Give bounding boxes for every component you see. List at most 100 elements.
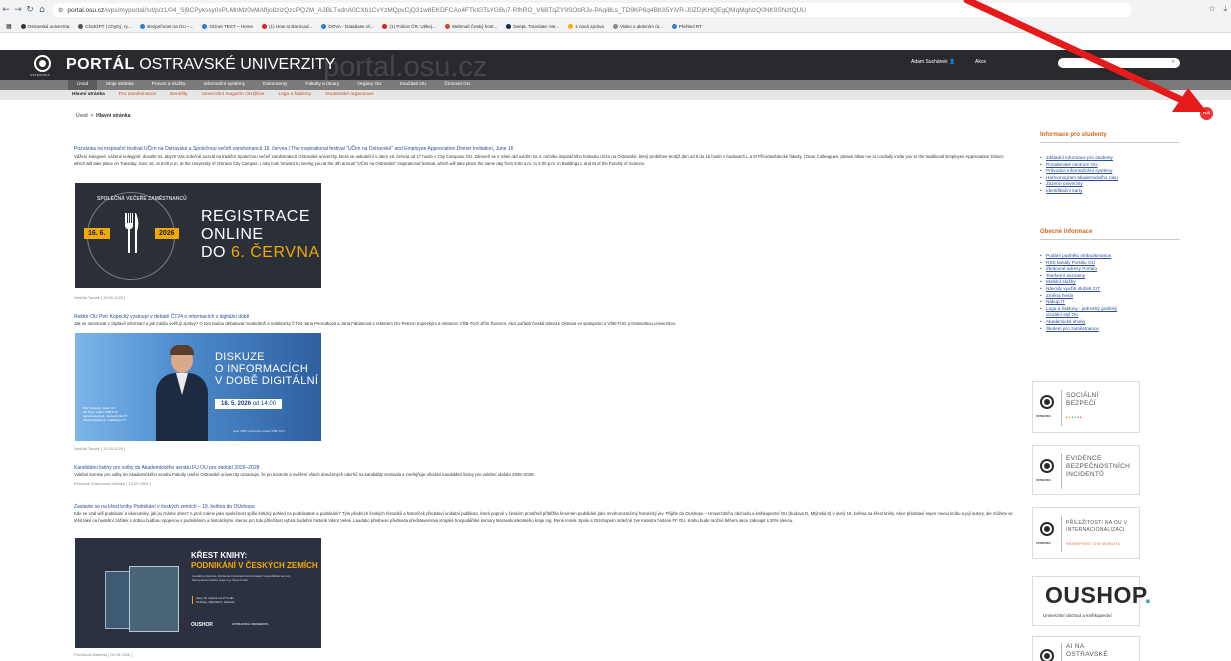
- home-icon[interactable]: ⌂: [36, 5, 48, 15]
- sidebar-link[interactable]: Mobilní služby: [1040, 279, 1118, 286]
- sub-menu-item[interactable]: Hlavní stránka: [72, 90, 105, 100]
- sidebar-link[interactable]: Telefonní seznamy: [1040, 273, 1118, 280]
- banner-text: PŘÍLEŽITOSTI NA OU V INTERNACIONALIZACI: [1066, 520, 1128, 533]
- news-title[interactable]: Pozvánka na inspirační festival UČim na …: [74, 146, 513, 152]
- download-icon[interactable]: ⤓: [1223, 4, 1227, 14]
- news-title[interactable]: Rektor OU Petr Kopecký vystoupí v debatě…: [74, 314, 249, 320]
- sub-menu-item[interactable]: Univerzitní magazín OU@live: [201, 90, 264, 100]
- bookmark-star-icon[interactable]: ☆: [1208, 4, 1215, 14]
- main-menu-item[interactable]: Orgány OU: [348, 80, 390, 90]
- sidebar-link[interactable]: Podání podnětu ombudsmance: [1040, 253, 1118, 260]
- bookmark-item[interactable]: DOVA - Database of...: [321, 23, 373, 29]
- user-icon: 👤: [949, 59, 956, 65]
- sidebar-link[interactable]: Akademické shoby: [1040, 319, 1118, 326]
- youtube-icon: [261, 23, 267, 29]
- actions-menu[interactable]: Akce: [975, 59, 986, 65]
- breadcrumb-home[interactable]: Úvod: [76, 113, 88, 119]
- back-icon[interactable]: ←: [0, 5, 12, 15]
- sub-menu-item[interactable]: Loga a šablony: [278, 90, 311, 100]
- search-icon[interactable]: ⌕: [1172, 58, 1175, 66]
- banner-dots: ••••••: [1066, 415, 1083, 421]
- osu-logo-icon[interactable]: [34, 55, 51, 72]
- news-title[interactable]: Kandidátní listiny pro volby do Akademic…: [74, 465, 259, 471]
- youtube-icon: [382, 23, 388, 29]
- sidebar-link[interactable]: Školení pro zaměstnance: [1040, 326, 1118, 333]
- image-uni-logo: OSTRAVSKÁ UNIVERZITA: [232, 622, 269, 626]
- bookmark-item[interactable]: 1 nová zpráva: [568, 23, 604, 29]
- chatgpt-icon: [78, 23, 84, 29]
- banner-text: AI NA OSTRAVSKÉ: [1066, 643, 1108, 658]
- portal-title[interactable]: PORTÁL OSTRAVSKÉ UNIVERZITY: [66, 56, 335, 74]
- image-headline: REGISTRACE ONLINE DO 6. ČERVNA: [201, 208, 320, 261]
- news-image-book[interactable]: KŘEST KNIHY: PODNIKÁNÍ V ČESKÝCH ZEMÍCH …: [75, 538, 321, 648]
- bookmark-item[interactable]: OUnet TEST – Home: [202, 23, 253, 29]
- bookmark-item[interactable]: ChatGPT | Chytrý, ry...: [78, 23, 131, 29]
- osu-logo-icon: [1040, 395, 1054, 409]
- breadcrumb: Úvod > Hlavní stránka: [76, 113, 131, 119]
- breadcrumb-current: Hlavní stránka: [96, 113, 131, 119]
- main-menu-item[interactable]: Fakulty a útvary: [296, 80, 348, 90]
- news-text: Vážení kolegové, vážené kolegyně, dovolt…: [74, 154, 1005, 166]
- main-menu-item[interactable]: Provoz a služby: [143, 80, 195, 90]
- bookmark-item[interactable]: DeepL Translate: Ne...: [506, 23, 559, 29]
- apps-icon[interactable]: ▦: [6, 23, 12, 30]
- db-icon: [321, 23, 327, 29]
- sidebar-link[interactable]: Změna hesla: [1040, 293, 1118, 300]
- sidebar-link[interactable]: Identifikační karty: [1040, 188, 1118, 195]
- news-image-dinner[interactable]: SPOLEČNÁ VEČEŘE ZAMĚSTNANCŮ 16. 6. 2026 …: [75, 183, 321, 288]
- deepl-icon: [506, 23, 512, 29]
- image-headline: DISKUZE O INFORMACÍCH V DOBĚ DIGITÁLNÍ: [215, 351, 319, 387]
- site-info-icon[interactable]: ⚙: [58, 7, 63, 14]
- sidebar-link[interactable]: Zkrácené adresy Portálu: [1040, 266, 1118, 273]
- banner-sub: OSTRAVSKÁ: [1036, 542, 1051, 545]
- bookmark-item[interactable]: (1) Policie ČR: Utikej...: [382, 23, 436, 29]
- main-menu-item[interactable]: Součásti OU: [391, 80, 436, 90]
- sidebar-link[interactable]: Návody využití služeb CIT: [1040, 286, 1118, 293]
- bookmark-item[interactable]: (1) How to Barricad...: [261, 23, 312, 29]
- bookmark-item[interactable]: Přehled RT: [671, 23, 702, 29]
- divider: [1061, 390, 1062, 426]
- evidence-incidentu-banner[interactable]: OSTRAVSKÁ EVIDENCE BEZPEČNOSTNÍCH INCIDENT…: [1032, 445, 1140, 495]
- news-title[interactable]: Zastavte se na křest knihy Podnikání v č…: [74, 504, 255, 510]
- sidebar-link[interactable]: Základní informace pro studenty: [1040, 155, 1118, 162]
- sidebar-link[interactable]: Harmonogram akademického roku: [1040, 175, 1118, 182]
- sidebar-link[interactable]: Nákup IT: [1040, 299, 1118, 306]
- rt-icon: [671, 23, 677, 29]
- divider: [1040, 142, 1180, 143]
- forward-icon[interactable]: →: [12, 5, 24, 15]
- bookmark-item[interactable]: Video o aktivním út...: [612, 23, 663, 29]
- sub-menu-item[interactable]: Benefity: [170, 90, 187, 100]
- bookmark-item[interactable]: Bezpečnost na OU –...: [140, 23, 193, 29]
- sub-menu-item[interactable]: Pro zaměstnance: [119, 90, 156, 100]
- main-menu-item[interactable]: Úvod: [68, 80, 98, 90]
- socialni-bezpeci-banner[interactable]: OSTRAVSKÁ SOCIÁLNÍ BEZPEČÍ ••••••: [1032, 381, 1140, 433]
- sub-menu-item[interactable]: Studentské organizace: [325, 90, 374, 100]
- search-input[interactable]: ⌕: [1058, 58, 1180, 68]
- extension-pds-icon[interactable]: PDS: [1200, 107, 1213, 120]
- main-menu-item[interactable]: Informační systémy: [195, 80, 255, 90]
- divider: [1040, 239, 1180, 240]
- internacionalizace-banner[interactable]: OSTRAVSKÁ PŘÍLEŽITOSTI NA OU V INTERNACIO…: [1032, 507, 1140, 559]
- bookmark-item[interactable]: Webmail Český host...: [444, 23, 497, 29]
- sidebar-link[interactable]: Průvodce informačními systémy: [1040, 168, 1118, 175]
- ai-na-ostravske-banner[interactable]: AI NA OSTRAVSKÉ: [1032, 636, 1140, 661]
- reload-icon[interactable]: ↻: [24, 5, 36, 15]
- main-menu-item[interactable]: Dokumenty: [254, 80, 296, 90]
- user-menu[interactable]: Adam Suchánek 👤: [911, 59, 955, 65]
- news-image-debate[interactable]: DISKUZE O INFORMACÍCH V DOBĚ DIGITÁLNÍ 1…: [75, 333, 321, 441]
- main-menu-item[interactable]: Činnosti OU: [435, 80, 479, 90]
- address-bar[interactable]: ⚙ portal.osu.cz/wps/myportal/!ut/p/z1/04…: [52, 3, 1132, 17]
- sidebar-link[interactable]: Loga a šablony - jednotný grafický vizuá…: [1040, 306, 1118, 319]
- sidebar-link[interactable]: Zázemí univerzity: [1040, 181, 1118, 188]
- oushop-banner[interactable]: OUSHOP. Univerzitní obchod a knihkupectv…: [1032, 576, 1151, 626]
- bookmark-item[interactable]: Ostravská univerzita: [20, 23, 69, 29]
- sidebar-link[interactable]: RSS kanály Portálu OU: [1040, 260, 1118, 267]
- image-shop-logo: OUSHOP.: [191, 622, 214, 628]
- image-names: Petr Kopecký, rektor OU Jiří Švec, rekto…: [83, 406, 128, 422]
- logo-subtitle: OSTRAVSKÁ: [30, 73, 50, 77]
- banner-text: SOCIÁLNÍ BEZPEČÍ: [1066, 392, 1099, 407]
- osu-logo-icon: [1040, 459, 1054, 473]
- main-menu-item[interactable]: Moje stránka: [97, 80, 142, 90]
- sub-menu: Hlavní stránka Pro zaměstnance Benefity Uni…: [0, 90, 1231, 100]
- url-host: portal.osu.cz: [67, 6, 105, 14]
